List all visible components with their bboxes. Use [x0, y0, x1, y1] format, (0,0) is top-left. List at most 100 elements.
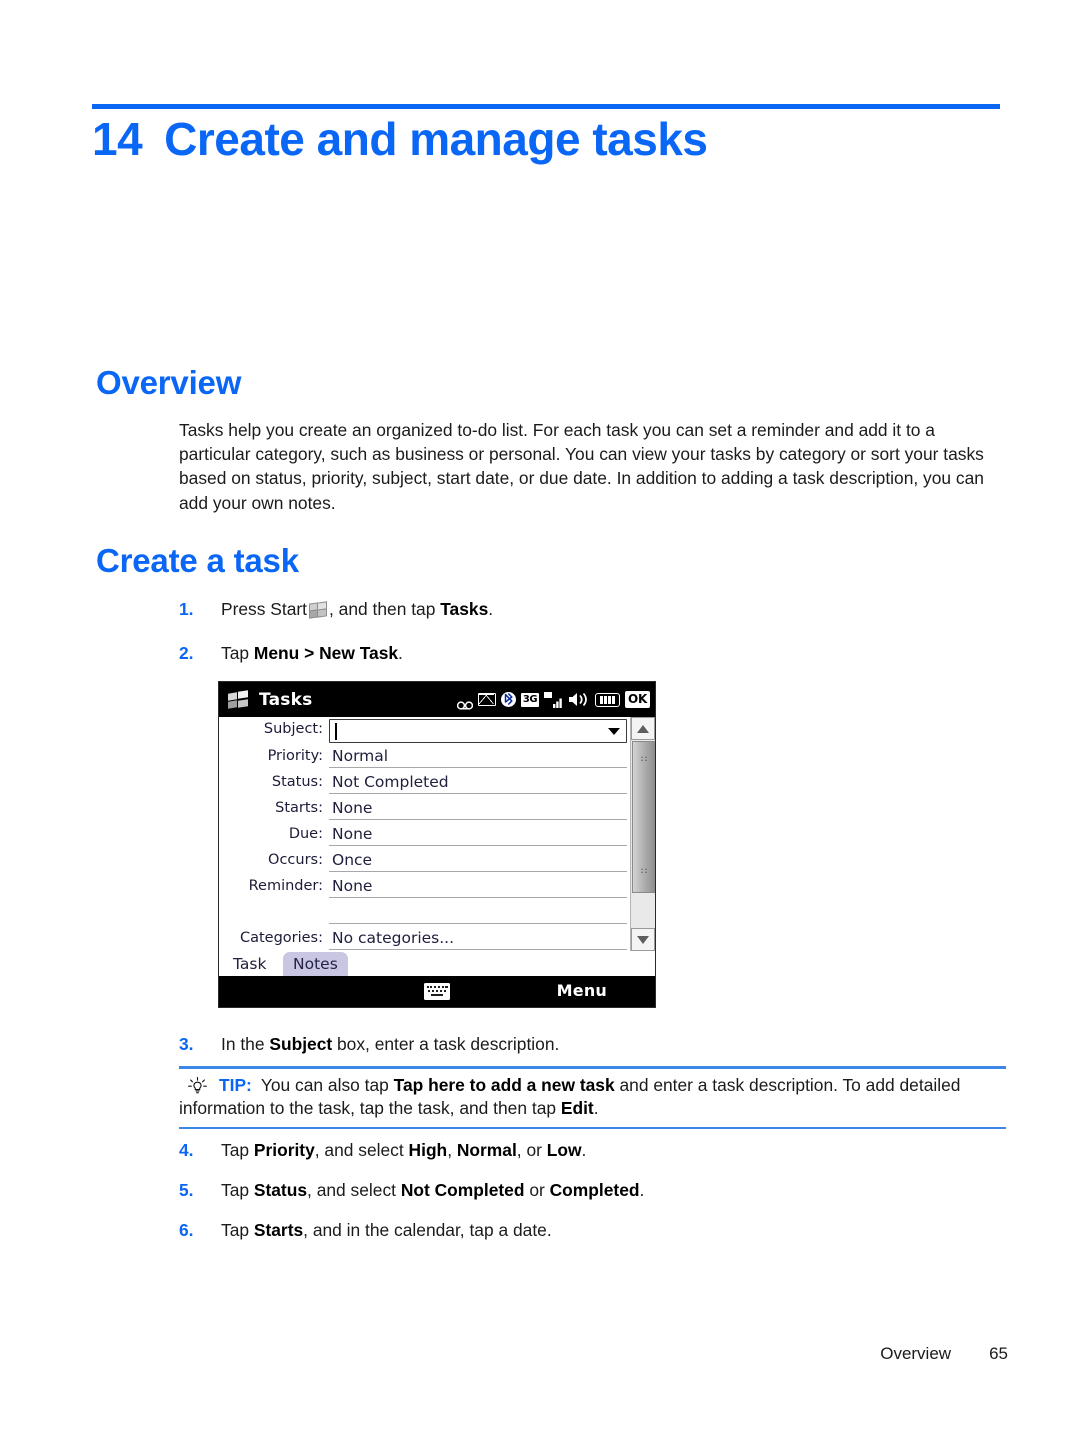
signal-icon	[544, 691, 563, 708]
form-row-subject[interactable]: Subject:	[219, 719, 655, 745]
tip-bold-2: Edit	[560, 1098, 594, 1118]
chapter-title-text: Create and manage tasks	[164, 113, 708, 165]
step-5-bold-2: Not Completed	[400, 1180, 525, 1200]
step-3-number: 3.	[179, 1034, 194, 1054]
footer-page-number: 65	[989, 1344, 1008, 1363]
text-cursor	[335, 722, 337, 740]
step-4: 4. Tap Priority, and select High, Normal…	[179, 1138, 1009, 1162]
start-menu-icon	[309, 601, 328, 619]
form-row-starts[interactable]: Starts: None	[219, 798, 655, 824]
step-4-mid-2: ,	[447, 1140, 457, 1160]
chapter-title: 14 Create and manage tasks	[92, 112, 1012, 166]
3g-icon: 3G	[521, 692, 539, 707]
overview-paragraph: Tasks help you create an organized to-do…	[179, 420, 984, 513]
task-form: Subject: Priority: Normal Status: Not Co…	[219, 717, 655, 951]
step-3-bold: Subject	[269, 1034, 333, 1054]
step-4-bold-2: High	[408, 1140, 448, 1160]
footer-section-label: Overview	[880, 1344, 952, 1363]
form-row-priority[interactable]: Priority: Normal	[219, 746, 655, 772]
tip-body: TIP: You can also tap Tap here to add a n…	[179, 1069, 1006, 1127]
scroll-down-button[interactable]	[631, 928, 655, 951]
priority-value[interactable]: Normal	[329, 746, 627, 768]
device-screenshot-figure: Tasks 3G OK Subject: Priority: Normal St…	[218, 681, 656, 1008]
keyboard-icon[interactable]	[424, 983, 450, 1000]
tab-notes[interactable]: Notes	[283, 952, 348, 978]
step-3-text: In the Subject box, enter a task descrip…	[221, 1032, 1009, 1056]
step-4-number: 4.	[179, 1140, 194, 1160]
step-4-bold-1: Priority	[253, 1140, 315, 1160]
step-1: 1. Press Start , and then tap Tasks.	[179, 597, 1009, 621]
step-5: 5. Tap Status, and select Not Completed …	[179, 1178, 1009, 1202]
form-row-due[interactable]: Due: None	[219, 824, 655, 850]
step-5-prefix: Tap	[221, 1180, 254, 1200]
step-6-prefix: Tap	[221, 1220, 254, 1240]
step-4-mid-1: , and select	[314, 1140, 409, 1160]
step-5-bold-3: Completed	[549, 1180, 640, 1200]
device-tab-strip: Task Notes	[219, 951, 655, 978]
spacer-value	[329, 902, 627, 924]
voicemail-icon	[456, 695, 474, 710]
step-6: 6. Tap Starts, and in the calendar, tap …	[179, 1218, 1009, 1242]
scrollbar-thumb[interactable]	[632, 741, 655, 893]
occurs-value[interactable]: Once	[329, 850, 627, 872]
tip-rule-bottom	[179, 1126, 1006, 1129]
step-2: 2. Tap Menu > New Task.	[179, 641, 1009, 665]
starts-value[interactable]: None	[329, 798, 627, 820]
step-4-bold-4: Low	[546, 1140, 582, 1160]
step-2-suffix: .	[398, 643, 403, 663]
tip-prefix: You can also tap	[260, 1074, 394, 1095]
windows-logo-icon	[228, 689, 249, 709]
device-title-bar: Tasks 3G OK	[219, 682, 655, 717]
battery-icon	[595, 692, 620, 707]
subject-label: Subject:	[263, 721, 323, 737]
categories-value[interactable]: No categories...	[329, 928, 627, 950]
bluetooth-icon	[501, 692, 516, 707]
scroll-up-button[interactable]	[631, 717, 655, 740]
scrollbar-grip	[640, 868, 647, 873]
form-row-spacer	[219, 902, 655, 928]
overview-heading: Overview	[96, 364, 242, 401]
step-2-prefix: Tap	[221, 643, 254, 663]
tab-task[interactable]: Task	[223, 952, 277, 978]
categories-label: Categories:	[239, 930, 323, 946]
vertical-scrollbar[interactable]	[630, 717, 655, 951]
device-status-icons: 3G OK	[456, 691, 650, 710]
form-row-status[interactable]: Status: Not Completed	[219, 772, 655, 798]
step-5-bold-1: Status	[253, 1180, 308, 1200]
reminder-label: Reminder:	[248, 878, 323, 894]
subject-input[interactable]	[329, 719, 627, 743]
chevron-down-icon	[637, 935, 649, 944]
due-value[interactable]: None	[329, 824, 627, 846]
step-6-suffix: , and in the calendar, tap a date.	[303, 1220, 552, 1240]
occurs-label: Occurs:	[268, 852, 323, 868]
chapter-rule	[92, 104, 1000, 109]
form-row-occurs[interactable]: Occurs: Once	[219, 850, 655, 876]
tip-callout: TIP: You can also tap Tap here to add a n…	[179, 1066, 1006, 1129]
menu-button[interactable]: Menu	[557, 981, 607, 1000]
step-5-mid-2: or	[524, 1180, 550, 1200]
lightbulb-icon	[188, 1076, 207, 1096]
step-4-bold-3: Normal	[456, 1140, 517, 1160]
tip-suffix: .	[593, 1098, 599, 1118]
step-1-prefix: Press Start	[221, 599, 308, 619]
reminder-value[interactable]: None	[329, 876, 627, 898]
ok-button[interactable]: OK	[625, 691, 650, 708]
step-3-suffix: box, enter a task description.	[332, 1034, 560, 1054]
chapter-number: 14	[92, 113, 143, 165]
step-2-bold: Menu > New Task	[253, 643, 399, 663]
step-6-text: Tap Starts, and in the calendar, tap a d…	[221, 1218, 1009, 1242]
step-1-suffix: .	[488, 599, 494, 619]
step-3: 3. In the Subject box, enter a task desc…	[179, 1032, 1009, 1056]
step-2-text: Tap Menu > New Task.	[221, 641, 1009, 665]
step-4-mid-3: , or	[516, 1140, 547, 1160]
chevron-down-icon[interactable]	[608, 728, 620, 735]
tip-label: TIP:	[219, 1074, 252, 1095]
starts-label: Starts:	[275, 800, 323, 816]
step-1-text: Press Start , and then tap Tasks.	[221, 597, 1009, 621]
tip-text: TIP: You can also tap Tap here to add a n…	[179, 1075, 960, 1119]
form-row-reminder[interactable]: Reminder: None	[219, 876, 655, 902]
step-4-prefix: Tap	[221, 1140, 254, 1160]
status-value[interactable]: Not Completed	[329, 772, 627, 794]
step-5-suffix: .	[639, 1180, 645, 1200]
device-app-title: Tasks	[259, 689, 313, 710]
